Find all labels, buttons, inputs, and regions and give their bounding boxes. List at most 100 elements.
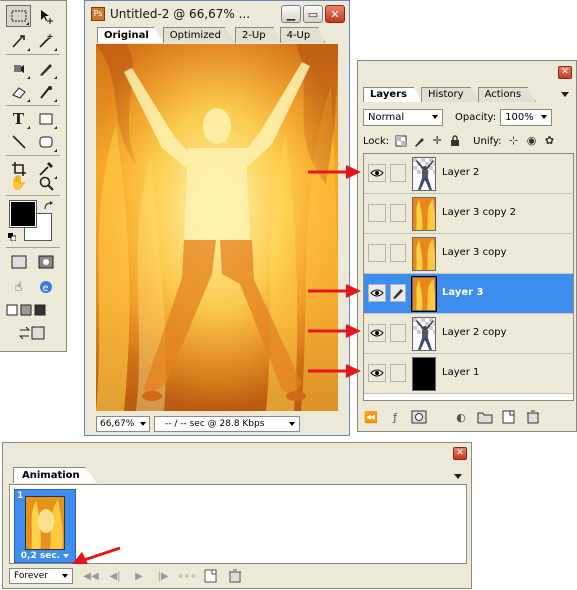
visibility-toggle[interactable] xyxy=(368,324,386,342)
annotation-arrow xyxy=(308,284,361,298)
screen-mode-full-button[interactable] xyxy=(34,299,46,321)
tab-4-up[interactable]: 4-Up xyxy=(279,27,326,43)
panel-close-button[interactable]: ✕ xyxy=(453,447,467,460)
link-toggle[interactable] xyxy=(390,204,406,222)
loop-select[interactable]: Forever xyxy=(9,568,73,584)
lock-transparency-icon[interactable] xyxy=(395,135,407,147)
new-layer-icon[interactable] xyxy=(501,410,517,424)
layer-row[interactable]: Layer 3 copy 2 xyxy=(364,194,573,234)
screen-mode-standard-button[interactable] xyxy=(6,299,18,321)
frame-delay[interactable]: 0,2 sec. xyxy=(15,551,75,561)
lock-position-icon[interactable]: ✛ xyxy=(431,135,443,147)
layer-thumbnail xyxy=(412,237,436,271)
chevron-down-icon xyxy=(62,574,68,578)
link-toggle[interactable] xyxy=(390,164,406,182)
layer-row[interactable]: Layer 3 xyxy=(364,274,573,314)
tab-2-up[interactable]: 2-Up xyxy=(234,27,281,43)
tool-row: ☝ e xyxy=(6,276,60,298)
chevron-down-icon xyxy=(140,422,146,426)
tab-layers[interactable]: Layers xyxy=(363,87,422,102)
screen-mode-full-menu-button[interactable] xyxy=(20,299,32,321)
visibility-toggle[interactable] xyxy=(368,284,386,302)
hand-tool-button[interactable]: ✋ xyxy=(6,172,31,194)
link-toggle[interactable] xyxy=(390,244,406,262)
blend-mode-select[interactable]: Normal xyxy=(363,108,443,126)
magic-wand-tool-button[interactable] xyxy=(33,30,58,52)
tab-actions[interactable]: Actions xyxy=(477,87,537,102)
swap-colors-icon[interactable] xyxy=(43,201,55,211)
lock-pixels-icon[interactable] xyxy=(413,135,425,147)
visibility-toggle[interactable] xyxy=(368,204,386,222)
maximize-button[interactable]: ▭ xyxy=(303,5,323,23)
link-toggle[interactable] xyxy=(390,284,406,302)
move-tool-button[interactable] xyxy=(33,5,58,27)
healing-tool-button[interactable] xyxy=(6,58,31,80)
play-icon[interactable]: ▶ xyxy=(131,569,147,583)
zoom-select[interactable]: 66,67% xyxy=(96,416,150,432)
line-tool-button[interactable] xyxy=(6,131,31,153)
rectangle-tool-button[interactable] xyxy=(33,108,58,130)
visibility-toggle[interactable] xyxy=(368,244,386,262)
duplicate-frame-icon[interactable] xyxy=(203,569,219,583)
chevron-down-icon xyxy=(289,422,295,426)
brush-icon xyxy=(39,64,52,76)
next-frame-icon[interactable]: |▶ xyxy=(155,569,171,583)
trash-icon[interactable] xyxy=(525,410,541,424)
unify-position-icon[interactable]: ⊹ xyxy=(508,135,520,147)
download-time-select[interactable]: -- / -- sec @ 28.8 Kbps xyxy=(154,416,300,432)
document-canvas[interactable] xyxy=(96,44,338,411)
layer-style-icon[interactable]: ƒ xyxy=(387,410,403,424)
type-icon: T xyxy=(12,110,25,128)
ie-preview-button[interactable]: e xyxy=(33,276,58,298)
minimize-button[interactable]: ▁ xyxy=(281,5,301,23)
panel-close-button[interactable]: ✕ xyxy=(558,66,572,79)
tween-icon[interactable]: ∘∘∘ xyxy=(178,569,197,583)
tab-animation[interactable]: Animation xyxy=(13,467,97,483)
quick-mask-off-button[interactable] xyxy=(6,251,31,273)
link-toggle[interactable] xyxy=(390,324,406,342)
tab-history[interactable]: History xyxy=(421,87,479,102)
tab-optimized[interactable]: Optimized xyxy=(162,27,236,43)
panel-menu-icon[interactable] xyxy=(453,471,463,481)
trash-icon[interactable] xyxy=(227,569,243,583)
hand-icon: ✋ xyxy=(9,175,28,191)
foreground-color-swatch[interactable] xyxy=(9,200,37,228)
zoom-tool-button[interactable] xyxy=(33,172,58,194)
unify-style-icon[interactable]: ✿ xyxy=(544,135,556,147)
previous-frame-icon[interactable]: ◀| xyxy=(107,569,123,583)
layer-row[interactable]: Layer 2 xyxy=(364,154,573,194)
marquee-tool-button[interactable] xyxy=(6,5,32,27)
rectangle-icon xyxy=(39,113,52,125)
adjustment-layer-icon[interactable]: ◐ xyxy=(453,410,469,424)
add-mask-icon[interactable] xyxy=(411,410,427,424)
eraser-tool-button[interactable] xyxy=(6,81,31,103)
visibility-toggle[interactable] xyxy=(368,364,386,382)
panel-menu-icon[interactable] xyxy=(560,89,570,99)
document-titlebar[interactable]: Ps Untitled-2 @ 66,67% ... ▁ ▭ ✕ xyxy=(85,1,349,27)
lasso-tool-button[interactable] xyxy=(6,30,31,52)
lock-all-icon[interactable] xyxy=(449,135,461,147)
link-toggle[interactable] xyxy=(390,364,406,382)
dodge-tool-button[interactable] xyxy=(33,81,58,103)
layer-row[interactable]: Layer 1 xyxy=(364,354,573,394)
type-tool-button[interactable]: T xyxy=(6,108,31,130)
visibility-toggle[interactable] xyxy=(368,164,386,182)
jump-to-imageready-button[interactable] xyxy=(6,322,58,344)
opacity-input[interactable]: 100% xyxy=(500,108,553,126)
document-view-tabs: Original Optimized 2-Up 4-Up xyxy=(97,27,326,43)
quick-mask-on-button[interactable] xyxy=(33,251,58,273)
new-group-icon[interactable] xyxy=(477,410,493,424)
brush-tool-button[interactable] xyxy=(33,58,58,80)
unify-visibility-icon[interactable]: ◉ xyxy=(526,135,538,147)
layer-row[interactable]: Layer 3 copy xyxy=(364,234,573,274)
first-frame-icon[interactable]: ◀◀ xyxy=(83,569,99,583)
layer-row[interactable]: Layer 2 copy xyxy=(364,314,573,354)
tab-original[interactable]: Original xyxy=(97,27,164,43)
default-colors-icon[interactable] xyxy=(8,233,16,241)
shape-tool-button[interactable] xyxy=(33,131,58,153)
layer-thumbnail xyxy=(412,197,436,231)
animation-frame[interactable]: 1 0,2 sec. xyxy=(14,489,76,563)
link-layers-icon[interactable]: ⏪ xyxy=(363,410,379,424)
jump-to-button[interactable]: ☝ xyxy=(6,276,31,298)
close-button[interactable]: ✕ xyxy=(325,5,345,23)
